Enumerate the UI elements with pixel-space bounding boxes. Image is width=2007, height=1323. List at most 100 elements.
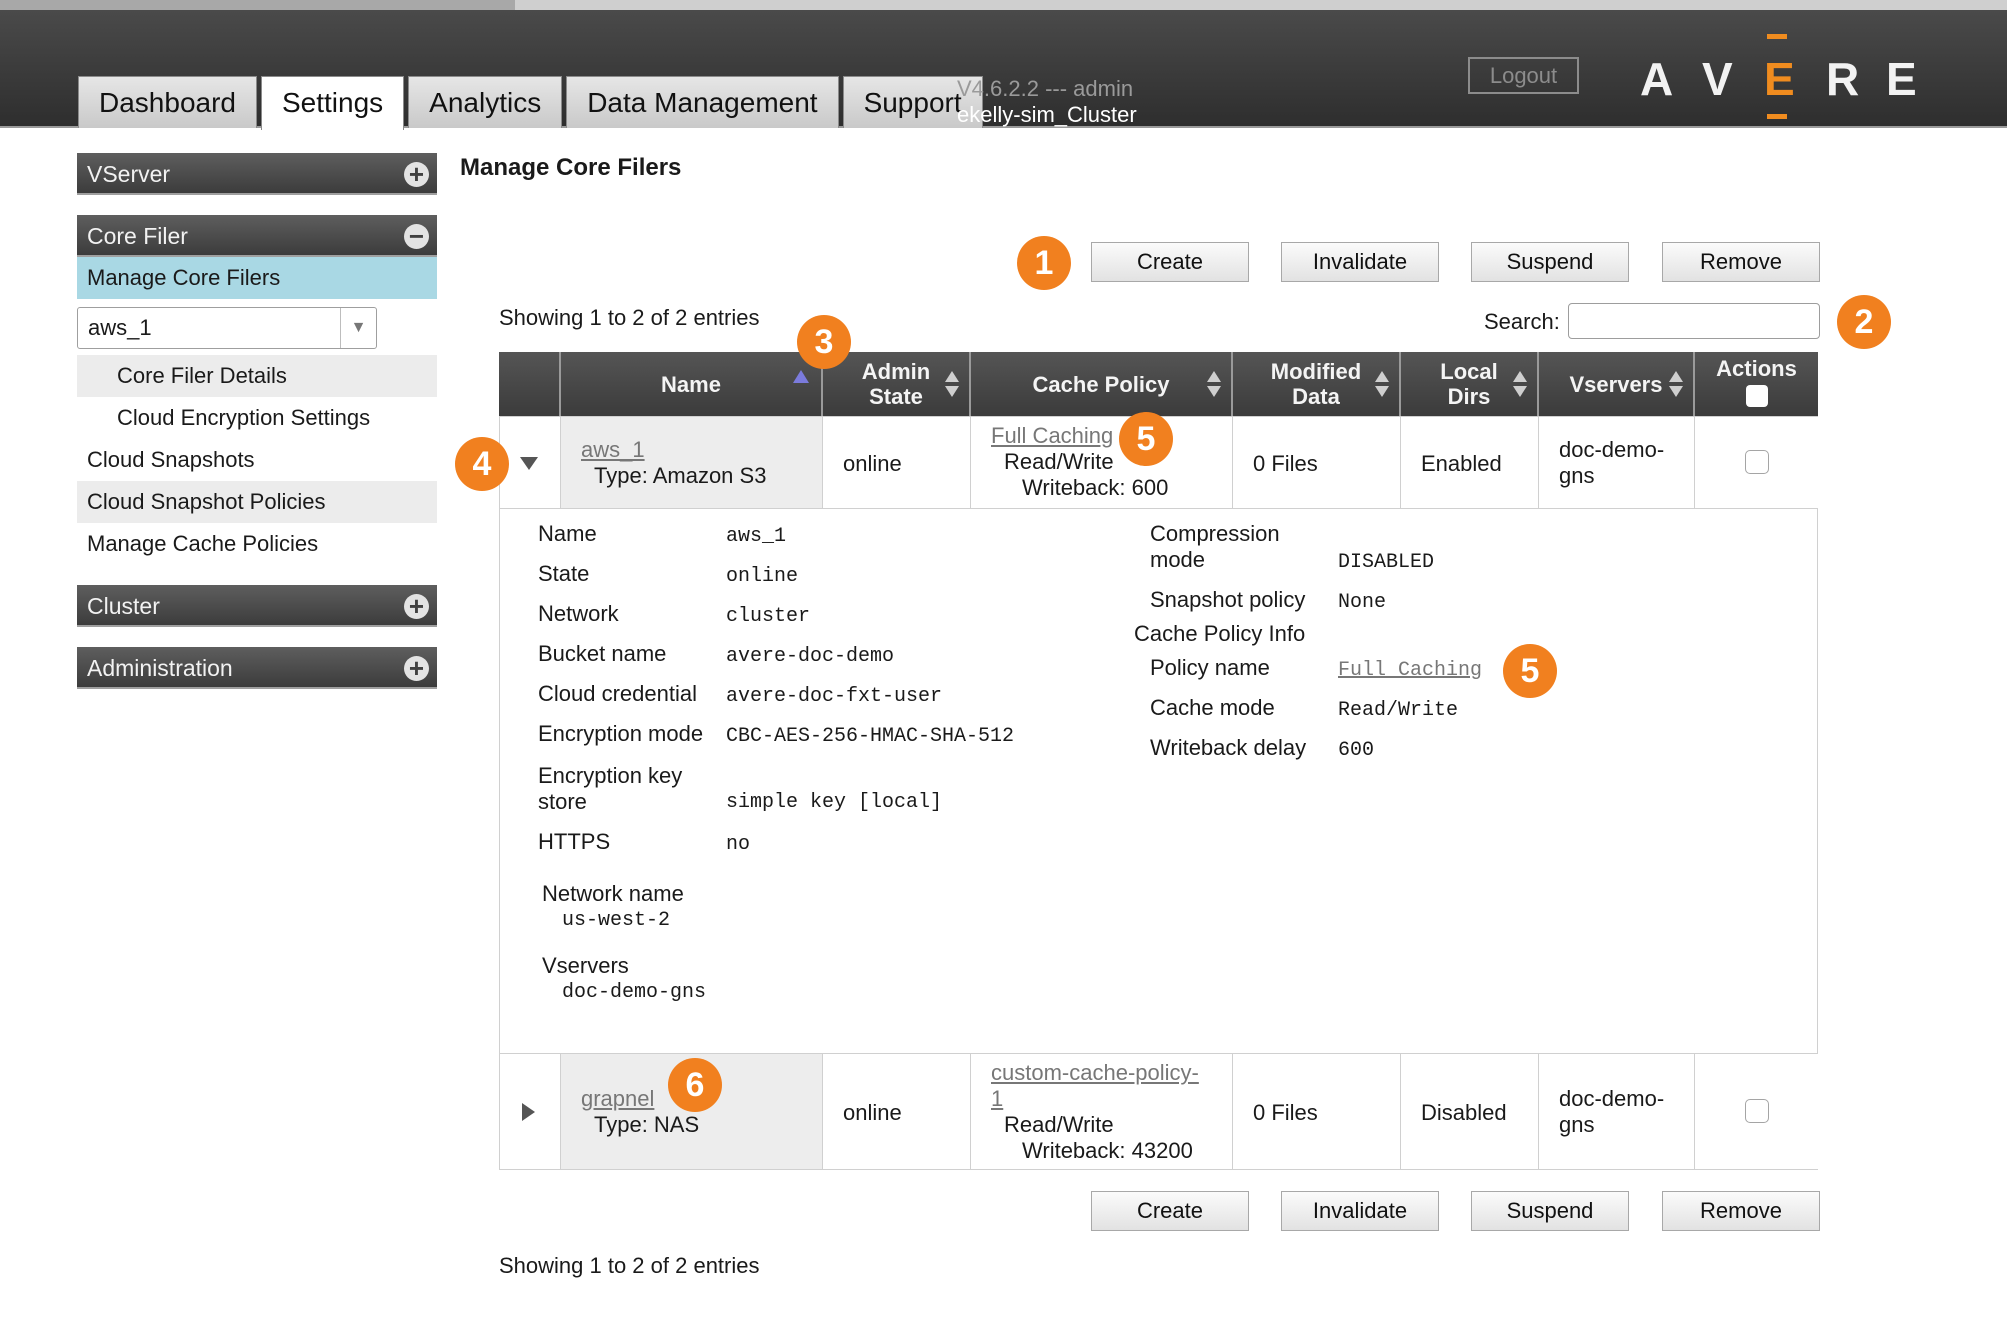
sort-icon[interactable] — [1375, 371, 1389, 399]
detail-label: Policy name — [1150, 655, 1270, 680]
sidebar-item-cloud-encryption-settings[interactable]: Cloud Encryption Settings — [77, 397, 437, 439]
expand-column-header — [499, 352, 559, 416]
column-header-local-dirs[interactable]: Local Dirs — [1399, 352, 1537, 416]
detail-label: Network name — [542, 881, 684, 906]
row-checkbox[interactable] — [1745, 1099, 1769, 1123]
suspend-button[interactable]: Suspend — [1471, 1191, 1629, 1231]
create-button[interactable]: Create — [1091, 1191, 1249, 1231]
invalidate-button[interactable]: Invalidate — [1281, 242, 1439, 282]
window-top-strip — [0, 0, 2007, 10]
local-dirs: Disabled — [1421, 1100, 1507, 1125]
column-label: Admin — [861, 359, 931, 384]
writeback: Writeback: 600 — [1022, 475, 1169, 500]
select-value: aws_1 — [88, 315, 152, 340]
detail-label: HTTPS — [538, 829, 611, 854]
expand-plus-icon[interactable]: + — [404, 161, 429, 187]
sidebar-section-administration[interactable]: Administration + — [77, 647, 437, 689]
detail-label: Cache mode — [1150, 695, 1275, 720]
sort-icon[interactable] — [945, 371, 959, 399]
column-header-cache-policy[interactable]: Cache Policy — [969, 352, 1231, 416]
tab-analytics[interactable]: Analytics — [408, 76, 563, 128]
sidebar-item-manage-core-filers[interactable]: Manage Core Filers — [77, 257, 437, 299]
callout-badge: 4 — [455, 437, 509, 491]
remove-button[interactable]: Remove — [1662, 1191, 1820, 1231]
column-label: Local — [1440, 359, 1498, 384]
select-all-checkbox[interactable] — [1745, 385, 1768, 407]
tab-settings[interactable]: Settings — [260, 76, 405, 130]
sort-icon[interactable] — [1669, 371, 1683, 399]
core-filer-select[interactable]: aws_1 ▼ — [77, 307, 377, 349]
detail-value: simple key [local] — [726, 791, 943, 814]
detail-label: Network — [538, 601, 619, 626]
remove-button[interactable]: Remove — [1662, 242, 1820, 282]
sidebar-section-cluster[interactable]: Cluster + — [77, 585, 437, 627]
tab-data-management[interactable]: Data Management — [566, 76, 839, 128]
filer-type: Type: Amazon S3 — [594, 463, 767, 488]
local-dirs-cell: Disabled — [1400, 1054, 1538, 1169]
expand-cell — [500, 1054, 560, 1169]
logout-button[interactable]: Logout — [1468, 57, 1579, 94]
admin-state: online — [843, 451, 902, 476]
suspend-button[interactable]: Suspend — [1471, 242, 1629, 282]
logo-accent-bar — [1767, 34, 1787, 39]
admin-state: online — [843, 1100, 902, 1125]
column-label: Dirs — [1447, 384, 1491, 409]
detail-value: Read/Write — [1338, 699, 1459, 722]
actions-cell — [1694, 417, 1819, 508]
column-header-name[interactable]: Name — [559, 352, 821, 416]
detail-label: Vservers — [542, 953, 629, 978]
search-input[interactable] — [1568, 303, 1820, 339]
invalidate-button[interactable]: Invalidate — [1281, 1191, 1439, 1231]
cache-policy-link-cont[interactable]: 1 — [991, 1086, 1003, 1112]
sidebar-item-cloud-snapshots[interactable]: Cloud Snapshots — [77, 439, 437, 481]
policy-name-link[interactable]: Full Caching — [1338, 659, 1482, 682]
column-header-modified-data[interactable]: Modified Data — [1231, 352, 1399, 416]
detail-label: Compression — [1150, 521, 1280, 546]
admin-state-cell: online — [822, 417, 970, 508]
sidebar-section-vserver[interactable]: VServer + — [77, 153, 437, 195]
sidebar-item-manage-cache-policies[interactable]: Manage Cache Policies — [77, 523, 437, 565]
sort-icon[interactable] — [1207, 371, 1221, 399]
cache-policy-link[interactable]: custom-cache-policy- — [991, 1060, 1199, 1086]
collapse-row-icon[interactable] — [520, 457, 538, 470]
writeback: Writeback: 43200 — [1022, 1138, 1193, 1163]
detail-section-heading: Cache Policy Info — [1134, 621, 1306, 646]
vservers-line-1: doc-demo- — [1559, 1086, 1665, 1111]
detail-label: Bucket name — [538, 641, 667, 666]
sort-ascending-icon[interactable] — [793, 370, 809, 383]
entries-info: Showing 1 to 2 of 2 entries — [499, 1253, 760, 1278]
callout-badge: 2 — [1837, 295, 1891, 349]
detail-label: Writeback delay — [1150, 735, 1307, 760]
detail-value: avere-doc-demo — [726, 645, 895, 668]
detail-label: mode — [1150, 547, 1206, 572]
cache-mode: Read/Write — [1004, 1112, 1114, 1137]
column-label: Modified — [1270, 359, 1362, 384]
column-header-admin-state[interactable]: Admin State — [821, 352, 969, 416]
column-label: Data — [1292, 384, 1340, 409]
filer-name-link[interactable]: aws_1 — [581, 437, 645, 463]
detail-label: Encryption mode — [538, 721, 704, 746]
expand-row-icon[interactable] — [522, 1103, 535, 1121]
sort-icon[interactable] — [1513, 371, 1527, 399]
expand-plus-icon[interactable]: + — [404, 655, 429, 681]
detail-value: CBC-AES-256-HMAC-SHA-512 — [726, 725, 1015, 748]
modified-data: 0 Files — [1253, 451, 1318, 476]
expand-plus-icon[interactable]: + — [404, 593, 429, 619]
sidebar-item-core-filer-details[interactable]: Core Filer Details — [77, 355, 437, 397]
cache-policy-link[interactable]: Full Caching — [991, 423, 1113, 449]
sidebar-section-core-filer[interactable]: Core Filer − — [77, 215, 437, 257]
row-checkbox[interactable] — [1745, 450, 1769, 474]
modified-data-cell: 0 Files — [1232, 1054, 1400, 1169]
column-header-actions: Actions — [1693, 352, 1818, 416]
collapse-minus-icon[interactable]: − — [404, 223, 429, 249]
filer-name-link[interactable]: grapnel — [581, 1086, 654, 1112]
sidebar-item-cloud-snapshot-policies[interactable]: Cloud Snapshot Policies — [77, 481, 437, 523]
column-label: Vservers — [1569, 371, 1663, 397]
create-button[interactable]: Create — [1091, 242, 1249, 282]
chevron-down-icon[interactable]: ▼ — [340, 308, 376, 348]
tab-dashboard[interactable]: Dashboard — [78, 76, 257, 128]
detail-value: cluster — [726, 605, 811, 628]
column-label: Cache Policy — [1032, 371, 1170, 397]
column-header-vservers[interactable]: Vservers — [1537, 352, 1693, 416]
detail-label: Name — [538, 521, 597, 546]
